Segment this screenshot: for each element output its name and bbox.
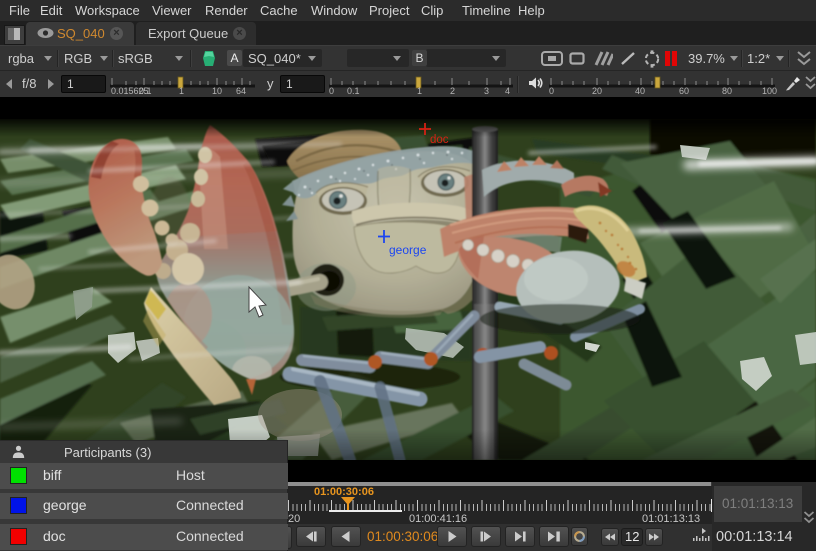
- svg-text:george: george: [389, 243, 427, 257]
- svg-text:doc: doc: [430, 134, 449, 146]
